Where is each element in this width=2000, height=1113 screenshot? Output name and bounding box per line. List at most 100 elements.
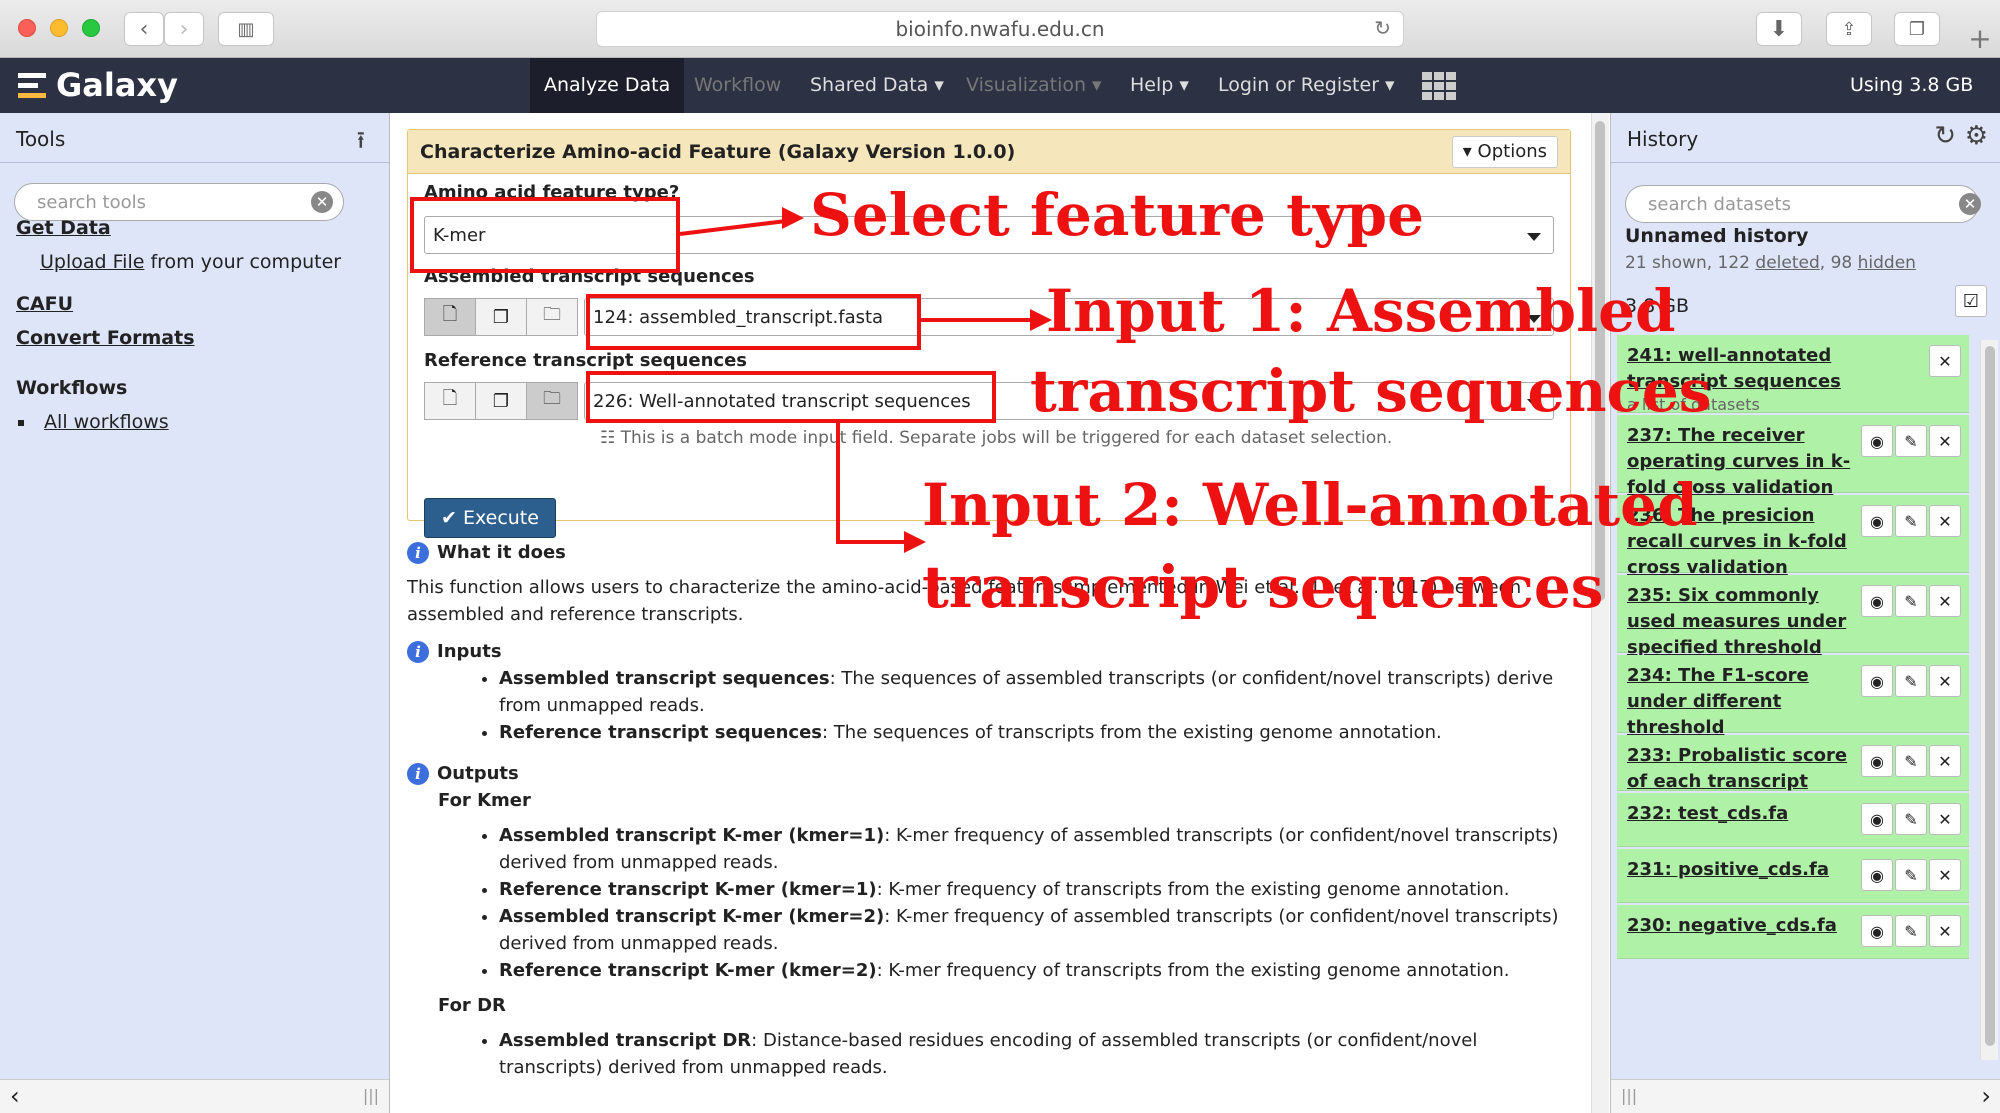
history-item[interactable]: 235: Six commonly used measures under sp… <box>1617 575 1969 658</box>
scroll-thumb[interactable] <box>1985 346 1995 1046</box>
upload-file-suffix: from your computer <box>150 251 342 273</box>
refresh-icon[interactable]: ↻ <box>1934 121 1956 151</box>
eye-icon[interactable]: ◉ <box>1861 803 1893 835</box>
history-item[interactable]: 233: Probalistic score of each transcrip… <box>1617 735 1969 792</box>
hidden-count: , 98 <box>1819 253 1853 273</box>
collapse-left-icon[interactable]: ‹ <box>10 1082 20 1110</box>
item-actions: ◉ ✎ ✕ <box>1861 803 1961 835</box>
check-icon: ✔ <box>441 507 457 529</box>
annotation-arrow-input1 <box>921 318 1031 322</box>
select-items-icon[interactable]: ☑ <box>1955 285 1987 317</box>
eye-icon[interactable]: ◉ <box>1861 745 1893 777</box>
pencil-icon[interactable]: ✎ <box>1895 915 1927 947</box>
collection-button[interactable]: 🗀 <box>526 298 578 336</box>
delete-icon[interactable]: ✕ <box>1929 585 1961 617</box>
tool-form-header: Characterize Amino-acid Feature (Galaxy … <box>408 130 1570 174</box>
multiple-datasets-button[interactable]: ❐ <box>475 298 527 336</box>
download-icon[interactable]: ⬇ <box>1756 12 1802 46</box>
pencil-icon[interactable]: ✎ <box>1895 665 1927 697</box>
history-item-title[interactable]: 234: The F1-score under different thresh… <box>1627 663 1859 741</box>
all-workflows-link[interactable]: All workflows <box>44 411 169 433</box>
history-item-title[interactable]: 233: Probalistic score of each transcrip… <box>1627 743 1859 795</box>
pencil-icon[interactable]: ✎ <box>1895 505 1927 537</box>
execute-label: Execute <box>462 507 539 529</box>
nav-shared-data[interactable]: Shared Data ▾ <box>810 58 944 113</box>
tool-section-get-data[interactable]: Get Data <box>16 217 111 239</box>
item-actions: ◉ ✎ ✕ <box>1861 585 1961 617</box>
collapse-right-icon[interactable]: › <box>1981 1082 1991 1110</box>
eye-icon[interactable]: ◉ <box>1861 505 1893 537</box>
single-dataset-button[interactable]: 🗋 <box>424 298 476 336</box>
history-item[interactable]: 232: test_cds.fa ◉ ✎ ✕ <box>1617 793 1969 847</box>
outputs-title: Outputs <box>437 763 519 784</box>
eye-icon[interactable]: ◉ <box>1861 665 1893 697</box>
drag-handle-icon[interactable]: ||| <box>363 1086 379 1105</box>
close-window-button[interactable] <box>18 19 36 37</box>
nav-workflow[interactable]: Workflow <box>694 58 781 113</box>
nav-visualization[interactable]: Visualization ▾ <box>966 58 1102 113</box>
multiple-datasets-button[interactable]: ❐ <box>475 382 527 420</box>
history-scrollbar[interactable] <box>1980 340 1998 1060</box>
sidebar-toggle-icon[interactable]: ▥ <box>218 12 274 46</box>
minimize-window-button[interactable] <box>50 19 68 37</box>
delete-icon[interactable]: ✕ <box>1929 859 1961 891</box>
galaxy-navbar: Galaxy Analyze Data Workflow Shared Data… <box>0 58 2000 113</box>
tabs-icon[interactable]: ❐ <box>1894 12 1940 46</box>
options-button[interactable]: ▾ Options <box>1451 136 1558 168</box>
single-dataset-button[interactable]: 🗋 <box>424 382 476 420</box>
gear-icon[interactable]: ⚙ <box>1965 121 1988 151</box>
reload-icon[interactable]: ↻ <box>1374 16 1391 40</box>
maximize-window-button[interactable] <box>82 19 100 37</box>
nav-analyze-data[interactable]: Analyze Data <box>530 58 685 113</box>
collection-button[interactable]: 🗀 <box>526 382 578 420</box>
delete-icon[interactable]: ✕ <box>1929 745 1961 777</box>
dataset-search-input[interactable]: search datasets <box>1625 185 1979 223</box>
upload-icon[interactable]: ⭱ <box>357 123 365 164</box>
pencil-icon[interactable]: ✎ <box>1895 859 1927 891</box>
list-item: Reference transcript sequences: The sequ… <box>499 719 1579 746</box>
back-button[interactable]: ‹ <box>124 12 164 46</box>
history-item-title[interactable]: 231: positive_cds.fa <box>1627 857 1859 883</box>
history-name[interactable]: Unnamed history <box>1625 225 1808 247</box>
execute-button[interactable]: ✔ Execute <box>424 498 556 538</box>
eye-icon[interactable]: ◉ <box>1861 425 1893 457</box>
history-item[interactable]: 234: The F1-score under different thresh… <box>1617 655 1969 738</box>
share-icon[interactable]: ⇪ <box>1826 12 1872 46</box>
hidden-link[interactable]: hidden <box>1858 253 1916 273</box>
delete-icon[interactable]: ✕ <box>1929 505 1961 537</box>
address-bar[interactable]: bioinfo.nwafu.edu.cn ↻ <box>596 11 1404 47</box>
nav-help[interactable]: Help ▾ <box>1130 58 1189 113</box>
eye-icon[interactable]: ◉ <box>1861 585 1893 617</box>
drag-handle-icon[interactable]: ||| <box>1621 1086 1637 1105</box>
forward-button[interactable]: › <box>164 12 204 46</box>
annotation-box-feature <box>410 197 680 273</box>
delete-icon[interactable]: ✕ <box>1929 803 1961 835</box>
history-item[interactable]: 230: negative_cds.fa ◉ ✎ ✕ <box>1617 905 1969 959</box>
upload-file-link[interactable]: Upload File <box>40 251 144 273</box>
delete-icon[interactable]: ✕ <box>1929 665 1961 697</box>
eye-icon[interactable]: ◉ <box>1861 915 1893 947</box>
new-tab-button[interactable]: + <box>1960 22 2000 58</box>
pencil-icon[interactable]: ✎ <box>1895 803 1927 835</box>
pencil-icon[interactable]: ✎ <box>1895 585 1927 617</box>
nav-shared-data-label: Shared Data <box>810 74 929 96</box>
pencil-icon[interactable]: ✎ <box>1895 745 1927 777</box>
clear-search-icon[interactable]: ✕ <box>1959 193 1981 215</box>
eye-icon[interactable]: ◉ <box>1861 859 1893 891</box>
delete-icon[interactable]: ✕ <box>1929 345 1961 377</box>
history-item-title[interactable]: 232: test_cds.fa <box>1627 801 1859 827</box>
deleted-link[interactable]: deleted <box>1755 253 1819 273</box>
tool-section-cafu[interactable]: CAFU <box>16 293 73 315</box>
delete-icon[interactable]: ✕ <box>1929 915 1961 947</box>
history-item-title[interactable]: 235: Six commonly used measures under sp… <box>1627 583 1859 661</box>
apps-grid-icon[interactable] <box>1422 72 1456 100</box>
clear-search-icon[interactable]: ✕ <box>311 191 333 213</box>
tool-section-convert-formats[interactable]: Convert Formats <box>16 327 195 349</box>
history-item-title[interactable]: 230: negative_cds.fa <box>1627 913 1859 939</box>
history-item[interactable]: 231: positive_cds.fa ◉ ✎ ✕ <box>1617 849 1969 903</box>
nav-login[interactable]: Login or Register ▾ <box>1218 58 1395 113</box>
galaxy-logo[interactable]: Galaxy <box>18 66 178 104</box>
tool-search-input[interactable]: search tools <box>14 183 344 221</box>
pencil-icon[interactable]: ✎ <box>1895 425 1927 457</box>
delete-icon[interactable]: ✕ <box>1929 425 1961 457</box>
